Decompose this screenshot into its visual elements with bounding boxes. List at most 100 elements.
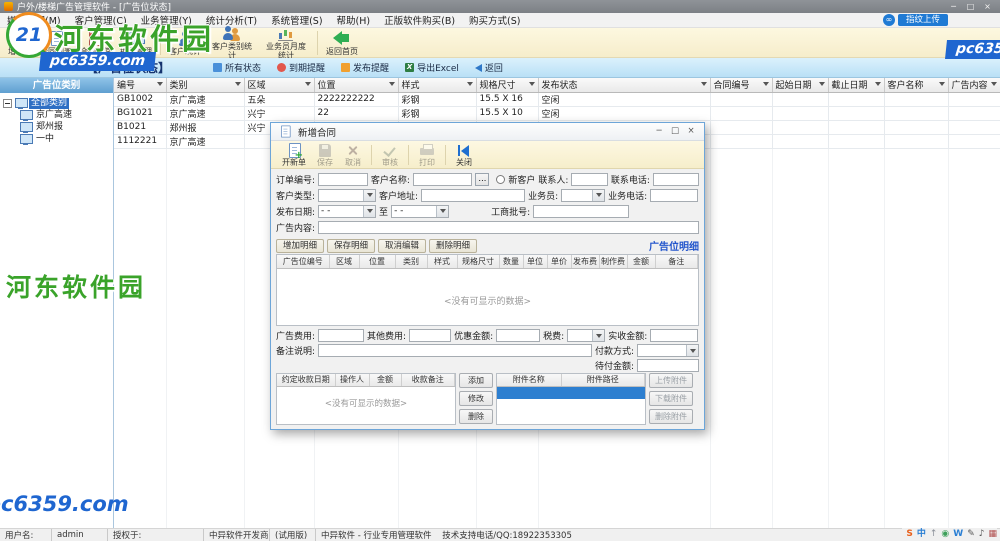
grid-cell[interactable]: [948, 92, 1000, 106]
detail-action-button[interactable]: 增加明细: [276, 239, 324, 253]
grid-cell[interactable]: 京广高速: [166, 134, 244, 148]
back-home-button[interactable]: 返回首页: [322, 29, 362, 57]
menu-item[interactable]: 帮助(H): [330, 13, 378, 27]
payment-action-button[interactable]: 修改: [459, 391, 493, 406]
attachment-column-header[interactable]: 附件路径: [561, 374, 645, 386]
grid-column-header[interactable]: 截止日期: [828, 78, 884, 92]
filter-arrow-icon[interactable]: [763, 82, 769, 86]
grid-cell[interactable]: [772, 134, 828, 148]
filter-arrow-icon[interactable]: [991, 82, 997, 86]
detail-action-button[interactable]: 删除明细: [429, 239, 477, 253]
detail-column-header[interactable]: 备注: [655, 255, 698, 268]
expire-remind-button[interactable]: 到期提醒: [274, 59, 328, 76]
grid-app-icon[interactable]: ▦: [988, 528, 997, 541]
grid-cell[interactable]: [948, 134, 1000, 148]
detail-column-header[interactable]: 金额: [627, 255, 655, 268]
grid-cell[interactable]: 空闲: [538, 92, 710, 106]
grid-cell[interactable]: [772, 106, 828, 120]
grid-column-header[interactable]: 位置: [314, 78, 398, 92]
grid-column-header[interactable]: 区域: [244, 78, 314, 92]
grid-cell[interactable]: [710, 120, 772, 134]
discount-input[interactable]: [496, 329, 540, 342]
date-from-select[interactable]: - -: [318, 205, 376, 218]
grid-cell[interactable]: 15.5 X 10: [476, 106, 538, 120]
attachment-action-button[interactable]: 删除附件: [649, 409, 693, 424]
menu-item[interactable]: 购买方式(S): [462, 13, 527, 27]
return-button[interactable]: 返回: [472, 59, 506, 76]
detail-column-header[interactable]: 广告位编号: [277, 255, 329, 268]
detail-column-header[interactable]: 数量: [499, 255, 523, 268]
volume-icon[interactable]: ♪: [979, 528, 985, 541]
grid-cell[interactable]: 1112221: [114, 134, 166, 148]
grid-column-header[interactable]: 发布状态: [538, 78, 710, 92]
order-no-input[interactable]: [318, 173, 368, 186]
add-contract-button[interactable]: + 增合同: [4, 29, 36, 57]
grid-cell[interactable]: 兴宁: [244, 106, 314, 120]
link-icon[interactable]: ∞: [883, 14, 895, 26]
payment-action-button[interactable]: 添加: [459, 373, 493, 388]
ad-content-input[interactable]: [318, 221, 699, 234]
screen-manage-button[interactable]: 换屏管理: [116, 29, 156, 57]
grid-cell[interactable]: [710, 106, 772, 120]
detail-action-button[interactable]: 保存明细: [327, 239, 375, 253]
grid-column-header[interactable]: 类别: [166, 78, 244, 92]
ad-slot-detail-grid[interactable]: 广告位编号区域位置类别样式规格尺寸数量单位单价发布费制作费金额备注 <没有可显示…: [276, 254, 699, 326]
grid-column-header[interactable]: 规格尺寸: [476, 78, 538, 92]
menu-item[interactable]: 正版软件购买(B): [377, 13, 462, 27]
filter-arrow-icon[interactable]: [235, 82, 241, 86]
received-input[interactable]: [650, 329, 698, 342]
attachment-selected-row[interactable]: [497, 387, 645, 399]
filter-arrow-icon[interactable]: [701, 82, 707, 86]
contract-list-button[interactable]: 合同列表: [36, 29, 76, 57]
print-button[interactable]: 打印: [413, 142, 441, 167]
new-customer-radio[interactable]: [496, 175, 505, 184]
dialog-titlebar[interactable]: 新增合同 ─ □ ×: [271, 123, 704, 141]
detail-column-header[interactable]: 单价: [547, 255, 571, 268]
grid-column-header[interactable]: 样式: [398, 78, 476, 92]
collapse-icon[interactable]: [3, 99, 12, 108]
filter-arrow-icon[interactable]: [305, 82, 311, 86]
grid-cell[interactable]: [828, 134, 884, 148]
dialog-maximize-button[interactable]: □: [667, 123, 683, 140]
payment-column-header[interactable]: 操作人: [335, 374, 369, 386]
menu-item[interactable]: 媒体管理(M): [0, 13, 68, 27]
grid-cell[interactable]: 京广高速: [166, 92, 244, 106]
salesman-select[interactable]: [561, 189, 605, 202]
new-order-button[interactable]: + 开新单: [277, 142, 311, 167]
payment-plan-grid[interactable]: 约定收款日期操作人金额收款备注 <没有可显示的数据>: [276, 373, 456, 425]
contract-daily-button[interactable]: 合同日常: [76, 29, 116, 57]
grid-cell[interactable]: [884, 120, 948, 134]
filter-arrow-icon[interactable]: [389, 82, 395, 86]
grid-column-header[interactable]: 起始日期: [772, 78, 828, 92]
payment-column-header[interactable]: 收款备注: [401, 374, 455, 386]
detail-action-button[interactable]: 取消编辑: [378, 239, 426, 253]
business-phone-input[interactable]: [650, 189, 698, 202]
salesman-monthly-stats-button[interactable]: 业务员月度统计: [259, 24, 313, 61]
customer-name-input[interactable]: [413, 173, 472, 186]
tree-item[interactable]: 郑州报: [19, 122, 110, 133]
contact-phone-input[interactable]: [653, 173, 699, 186]
pen-icon[interactable]: ✎: [967, 528, 975, 541]
filter-arrow-icon[interactable]: [939, 82, 945, 86]
close-dialog-button[interactable]: 关闭: [450, 142, 478, 167]
close-button[interactable]: ×: [979, 0, 996, 13]
tree-item[interactable]: 京广高速: [19, 110, 110, 121]
audit-button[interactable]: 审核: [376, 142, 404, 167]
filter-arrow-icon[interactable]: [529, 82, 535, 86]
filter-arrow-icon[interactable]: [157, 82, 163, 86]
grid-cell[interactable]: [828, 120, 884, 134]
maximize-button[interactable]: □: [962, 0, 979, 13]
menu-item[interactable]: 业务管理(Y): [134, 13, 199, 27]
minimize-button[interactable]: ─: [945, 0, 962, 13]
grid-cell[interactable]: B1021: [114, 120, 166, 134]
contact-input[interactable]: [571, 173, 608, 186]
dialog-close-button[interactable]: ×: [683, 123, 699, 140]
customer-stats-button[interactable]: 客户统计: [165, 29, 205, 57]
grid-cell[interactable]: [828, 106, 884, 120]
detail-column-header[interactable]: 单位: [523, 255, 547, 268]
grid-cell[interactable]: [772, 120, 828, 134]
ime-chinese-icon[interactable]: 中: [917, 528, 926, 541]
grid-cell[interactable]: GB1002: [114, 92, 166, 106]
grid-cell[interactable]: 22: [314, 106, 398, 120]
detail-column-header[interactable]: 发布费: [571, 255, 599, 268]
